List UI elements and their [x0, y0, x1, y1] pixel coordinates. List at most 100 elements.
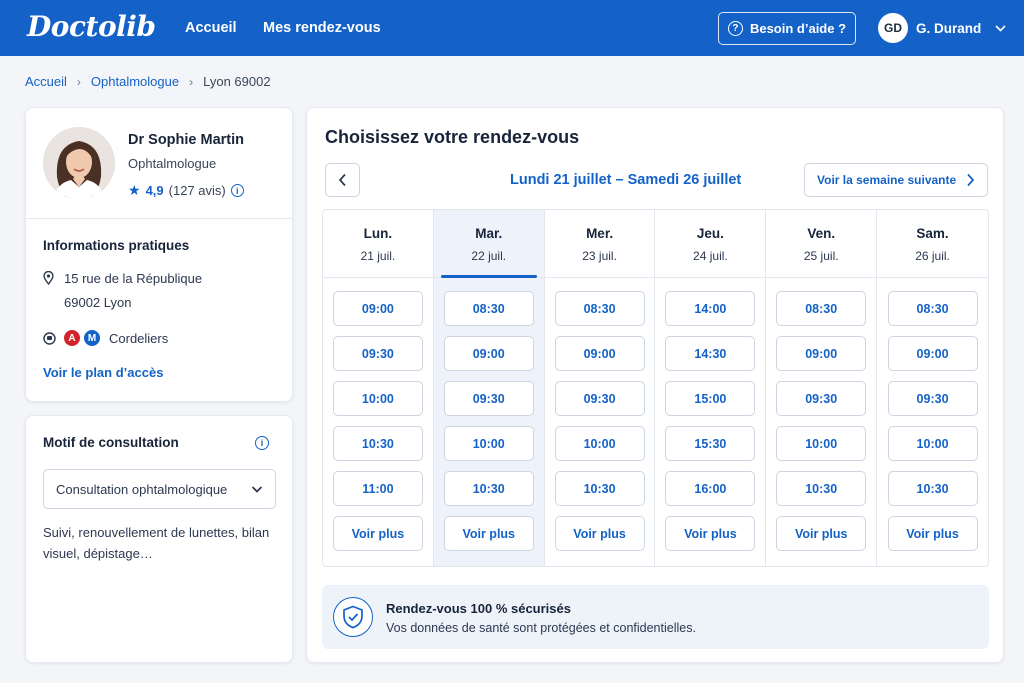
next-week-label: Voir la semaine suivante: [817, 173, 957, 187]
breadcrumb-current: Lyon 69002: [203, 74, 271, 89]
time-slot-button[interactable]: 14:00: [665, 291, 756, 326]
time-slot-button[interactable]: 10:00: [443, 426, 534, 461]
week-range-label: Lundi 21 juillet – Samedi 26 juillet: [510, 172, 742, 188]
time-slot-button[interactable]: 10:00: [332, 381, 423, 416]
breadcrumb: Accueil › Ophtalmologue › Lyon 69002: [25, 74, 271, 89]
day-column: Jeu. 24 juil. 14:00 14:30 15:00 15:30 16:00 Voi…: [655, 210, 767, 566]
day-header[interactable]: Sam. 26 juil.: [877, 210, 988, 278]
time-slot-button[interactable]: 10:00: [554, 426, 645, 461]
time-slot-button[interactable]: 09:30: [443, 381, 534, 416]
see-more-button[interactable]: Voir plus: [332, 516, 423, 551]
rating-score: 4,9: [145, 183, 164, 198]
doctor-name: Dr Sophie Martin: [128, 132, 245, 148]
time-slot-button[interactable]: 09:00: [443, 336, 534, 371]
previous-week-button[interactable]: [325, 163, 360, 197]
help-button-label: Besoin d’aide ?: [749, 21, 847, 36]
time-slot-button[interactable]: 10:30: [554, 471, 645, 506]
time-slot-button[interactable]: 09:00: [332, 291, 423, 326]
time-slot-button[interactable]: 15:00: [665, 381, 756, 416]
metro-lines: A M: [43, 330, 100, 346]
doctor-photo: [43, 127, 115, 199]
time-slot-button[interactable]: 09:00: [887, 336, 978, 371]
day-column: Sam. 26 juil. 08:30 09:00 09:30 10:00 10:30 Voi…: [877, 210, 988, 566]
time-slot-button[interactable]: 10:30: [887, 471, 978, 506]
slot-list: 09:00 09:30 10:00 10:30 11:00 Voir plus: [323, 278, 433, 551]
security-banner: Rendez-vous 100 % sécurisés Vos données …: [322, 585, 989, 649]
user-name: G. Durand: [916, 20, 982, 36]
day-column: Mar. 22 juil. 08:30 09:00 09:30 10:00 10:30 Voi…: [433, 210, 545, 566]
user-menu[interactable]: GD G. Durand: [878, 12, 1006, 44]
time-slot-button[interactable]: 14:30: [665, 336, 756, 371]
consultation-reason-description: Suivi, renouvellement de lunettes, bilan…: [43, 525, 270, 561]
see-more-button[interactable]: Voir plus: [887, 516, 978, 551]
see-more-button[interactable]: Voir plus: [443, 516, 534, 551]
info-icon[interactable]: i: [255, 436, 269, 450]
doctor-specialty: Ophtalmologue: [128, 156, 217, 171]
day-header[interactable]: Mar. 22 juil.: [433, 210, 544, 278]
day-name: Ven.: [807, 226, 836, 241]
slot-list: 14:00 14:30 15:00 15:30 16:00 Voir plus: [655, 278, 765, 551]
day-column: Ven. 25 juil. 08:30 09:00 09:30 10:00 10:30 Voi…: [766, 210, 878, 566]
consultation-reason-select[interactable]: Consultation ophtalmologique: [43, 469, 276, 509]
time-slot-button[interactable]: 09:30: [332, 336, 423, 371]
see-more-button[interactable]: Voir plus: [665, 516, 756, 551]
top-navbar: Doctolib Accueil Mes rendez-vous ? Besoi…: [0, 0, 1024, 56]
time-slot-button[interactable]: 08:30: [554, 291, 645, 326]
slot-list: 08:30 09:00 09:30 10:00 10:30 Voir plus: [766, 278, 876, 551]
time-slot-button[interactable]: 10:30: [443, 471, 534, 506]
practical-info-title: Informations pratiques: [43, 238, 190, 253]
time-slot-button[interactable]: 10:00: [887, 426, 978, 461]
time-slot-button[interactable]: 09:00: [776, 336, 867, 371]
time-slot-button[interactable]: 09:30: [554, 381, 645, 416]
time-slot-button[interactable]: 08:30: [443, 291, 534, 326]
time-slot-button[interactable]: 09:30: [776, 381, 867, 416]
time-slot-button[interactable]: 09:00: [554, 336, 645, 371]
star-icon: ★: [128, 182, 141, 198]
day-date: 22 juil.: [471, 249, 507, 263]
metro-line-a-badge: A: [64, 330, 80, 346]
day-header[interactable]: Ven. 25 juil.: [766, 210, 877, 278]
doctolib-logo[interactable]: Doctolib: [27, 10, 156, 43]
avatar: GD: [878, 13, 908, 43]
nav-mes-rendez-vous-link[interactable]: Mes rendez-vous: [263, 20, 381, 36]
question-icon: ?: [727, 21, 743, 36]
day-name: Lun.: [363, 226, 393, 241]
day-header[interactable]: Lun. 21 juil.: [323, 210, 433, 278]
breadcrumb-accueil[interactable]: Accueil: [25, 74, 67, 89]
consultation-reason-value: Consultation ophtalmologique: [56, 481, 228, 497]
slot-list: 08:30 09:00 09:30 10:00 10:30 Voir plus: [877, 278, 988, 551]
help-button[interactable]: ? Besoin d’aide ?: [718, 12, 856, 45]
time-slot-button[interactable]: 15:30: [665, 426, 756, 461]
see-more-button[interactable]: Voir plus: [554, 516, 645, 551]
map-pin-icon: [43, 271, 54, 285]
chevron-right-icon: ›: [189, 74, 194, 89]
breadcrumb-ophtalmologue[interactable]: Ophtalmologue: [91, 74, 179, 89]
chevron-right-icon: [967, 173, 975, 187]
nav-accueil-link[interactable]: Accueil: [185, 20, 237, 36]
day-header[interactable]: Mer. 23 juil.: [544, 210, 655, 278]
day-name: Sam.: [916, 226, 949, 241]
time-slot-button[interactable]: 10:30: [776, 471, 867, 506]
day-date: 23 juil.: [582, 249, 617, 263]
metro-icon: [43, 331, 56, 345]
booking-card: Choisissez votre rendez-vous Lundi 21 ju…: [306, 107, 1004, 663]
chevron-left-icon: [338, 173, 346, 187]
time-slot-button[interactable]: 16:00: [665, 471, 756, 506]
address-line2: 69002 Lyon: [64, 295, 132, 310]
day-header[interactable]: Jeu. 24 juil.: [655, 210, 766, 278]
time-slot-button[interactable]: 10:30: [332, 426, 423, 461]
access-map-link[interactable]: Voir le plan d’accès: [43, 365, 163, 380]
day-name: Mar.: [475, 226, 503, 241]
time-slot-button[interactable]: 09:30: [887, 381, 978, 416]
slot-list: 08:30 09:00 09:30 10:00 10:30 Voir plus: [545, 278, 655, 551]
day-name: Jeu.: [696, 226, 724, 241]
see-more-button[interactable]: Voir plus: [776, 516, 867, 551]
time-slot-button[interactable]: 08:30: [776, 291, 867, 326]
time-slot-button[interactable]: 10:00: [776, 426, 867, 461]
time-slot-button[interactable]: 08:30: [887, 291, 978, 326]
reviews-count: (127 avis): [168, 183, 226, 198]
time-slot-button[interactable]: 11:00: [332, 471, 423, 506]
info-icon[interactable]: i: [230, 184, 244, 197]
doctor-card: Dr Sophie Martin Ophtalmologue ★ 4,9 (12…: [25, 107, 293, 402]
next-week-button[interactable]: Voir la semaine suivante: [804, 163, 988, 197]
